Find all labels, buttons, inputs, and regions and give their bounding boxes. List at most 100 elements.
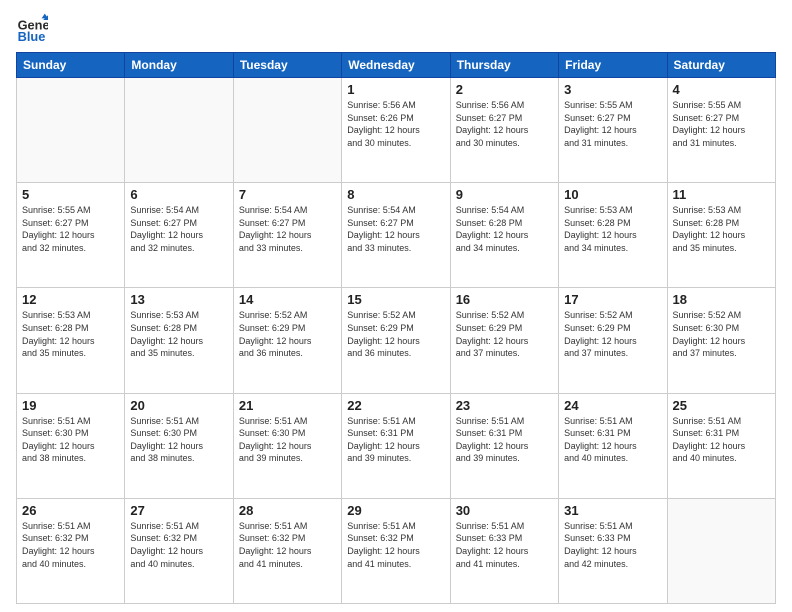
day-info: Sunrise: 5:51 AM Sunset: 6:32 PM Dayligh…: [347, 520, 444, 570]
weekday-header-saturday: Saturday: [667, 53, 775, 78]
calendar-cell: 27 Sunrise: 5:51 AM Sunset: 6:32 PM Dayli…: [125, 498, 233, 603]
day-number: 21: [239, 398, 336, 413]
day-info: Sunrise: 5:51 AM Sunset: 6:31 PM Dayligh…: [456, 415, 553, 465]
day-number: 4: [673, 82, 770, 97]
day-number: 26: [22, 503, 119, 518]
logo: General Blue: [16, 12, 50, 44]
day-number: 16: [456, 292, 553, 307]
day-info: Sunrise: 5:51 AM Sunset: 6:31 PM Dayligh…: [347, 415, 444, 465]
day-info: Sunrise: 5:52 AM Sunset: 6:29 PM Dayligh…: [564, 309, 661, 359]
day-info: Sunrise: 5:51 AM Sunset: 6:30 PM Dayligh…: [22, 415, 119, 465]
day-info: Sunrise: 5:52 AM Sunset: 6:29 PM Dayligh…: [456, 309, 553, 359]
day-number: 13: [130, 292, 227, 307]
day-info: Sunrise: 5:51 AM Sunset: 6:33 PM Dayligh…: [456, 520, 553, 570]
day-info: Sunrise: 5:55 AM Sunset: 6:27 PM Dayligh…: [22, 204, 119, 254]
calendar-cell: 15 Sunrise: 5:52 AM Sunset: 6:29 PM Dayli…: [342, 288, 450, 393]
calendar-cell: 5 Sunrise: 5:55 AM Sunset: 6:27 PM Daylig…: [17, 183, 125, 288]
svg-text:Blue: Blue: [18, 29, 46, 44]
page: General Blue SundayMondayTuesdayWednesda…: [0, 0, 792, 612]
week-row-1: 1Sunrise: 5:56 AM Sunset: 6:26 PM Daylig…: [17, 78, 776, 183]
day-info: Sunrise: 5:56 AM Sunset: 6:27 PM Dayligh…: [456, 99, 553, 149]
week-row-2: 5 Sunrise: 5:55 AM Sunset: 6:27 PM Daylig…: [17, 183, 776, 288]
day-info: Sunrise: 5:54 AM Sunset: 6:27 PM Dayligh…: [239, 204, 336, 254]
weekday-header-sunday: Sunday: [17, 53, 125, 78]
day-number: 17: [564, 292, 661, 307]
day-info: Sunrise: 5:51 AM Sunset: 6:32 PM Dayligh…: [130, 520, 227, 570]
day-number: 30: [456, 503, 553, 518]
calendar-cell: 21 Sunrise: 5:51 AM Sunset: 6:30 PM Dayli…: [233, 393, 341, 498]
calendar-cell: 10 Sunrise: 5:53 AM Sunset: 6:28 PM Dayli…: [559, 183, 667, 288]
day-number: 18: [673, 292, 770, 307]
calendar-cell: 7 Sunrise: 5:54 AM Sunset: 6:27 PM Daylig…: [233, 183, 341, 288]
day-info: Sunrise: 5:51 AM Sunset: 6:31 PM Dayligh…: [673, 415, 770, 465]
header: General Blue: [16, 12, 776, 44]
calendar-cell: 14 Sunrise: 5:52 AM Sunset: 6:29 PM Dayli…: [233, 288, 341, 393]
day-info: Sunrise: 5:51 AM Sunset: 6:33 PM Dayligh…: [564, 520, 661, 570]
day-info: Sunrise: 5:51 AM Sunset: 6:31 PM Dayligh…: [564, 415, 661, 465]
calendar-cell: 8 Sunrise: 5:54 AM Sunset: 6:27 PM Daylig…: [342, 183, 450, 288]
weekday-header-tuesday: Tuesday: [233, 53, 341, 78]
day-info: Sunrise: 5:52 AM Sunset: 6:30 PM Dayligh…: [673, 309, 770, 359]
day-number: 29: [347, 503, 444, 518]
day-number: 1: [347, 82, 444, 97]
day-info: Sunrise: 5:52 AM Sunset: 6:29 PM Dayligh…: [347, 309, 444, 359]
calendar-cell: 20 Sunrise: 5:51 AM Sunset: 6:30 PM Dayli…: [125, 393, 233, 498]
calendar-cell: 6Sunrise: 5:54 AM Sunset: 6:27 PM Daylig…: [125, 183, 233, 288]
calendar-cell: [125, 78, 233, 183]
week-row-3: 12 Sunrise: 5:53 AM Sunset: 6:28 PM Dayli…: [17, 288, 776, 393]
calendar-cell: 13 Sunrise: 5:53 AM Sunset: 6:28 PM Dayli…: [125, 288, 233, 393]
day-info: Sunrise: 5:54 AM Sunset: 6:27 PM Dayligh…: [347, 204, 444, 254]
calendar-cell: 30 Sunrise: 5:51 AM Sunset: 6:33 PM Dayli…: [450, 498, 558, 603]
day-number: 31: [564, 503, 661, 518]
day-info: Sunrise: 5:51 AM Sunset: 6:30 PM Dayligh…: [239, 415, 336, 465]
calendar-table: SundayMondayTuesdayWednesdayThursdayFrid…: [16, 52, 776, 604]
calendar-cell: 19 Sunrise: 5:51 AM Sunset: 6:30 PM Dayli…: [17, 393, 125, 498]
day-number: 12: [22, 292, 119, 307]
logo-icon: General Blue: [16, 12, 48, 44]
calendar-cell: 2Sunrise: 5:56 AM Sunset: 6:27 PM Daylig…: [450, 78, 558, 183]
calendar-cell: 18 Sunrise: 5:52 AM Sunset: 6:30 PM Dayli…: [667, 288, 775, 393]
day-number: 20: [130, 398, 227, 413]
day-number: 10: [564, 187, 661, 202]
day-number: 28: [239, 503, 336, 518]
calendar-cell: 22Sunrise: 5:51 AM Sunset: 6:31 PM Dayli…: [342, 393, 450, 498]
day-info: Sunrise: 5:55 AM Sunset: 6:27 PM Dayligh…: [673, 99, 770, 149]
weekday-header-monday: Monday: [125, 53, 233, 78]
day-info: Sunrise: 5:53 AM Sunset: 6:28 PM Dayligh…: [564, 204, 661, 254]
day-number: 7: [239, 187, 336, 202]
weekday-header-friday: Friday: [559, 53, 667, 78]
calendar-cell: 28Sunrise: 5:51 AM Sunset: 6:32 PM Dayli…: [233, 498, 341, 603]
calendar-cell: 12 Sunrise: 5:53 AM Sunset: 6:28 PM Dayli…: [17, 288, 125, 393]
day-number: 6: [130, 187, 227, 202]
calendar-cell: 11Sunrise: 5:53 AM Sunset: 6:28 PM Dayli…: [667, 183, 775, 288]
day-info: Sunrise: 5:53 AM Sunset: 6:28 PM Dayligh…: [130, 309, 227, 359]
weekday-header-thursday: Thursday: [450, 53, 558, 78]
day-info: Sunrise: 5:51 AM Sunset: 6:32 PM Dayligh…: [22, 520, 119, 570]
calendar-cell: [17, 78, 125, 183]
weekday-header-wednesday: Wednesday: [342, 53, 450, 78]
day-number: 14: [239, 292, 336, 307]
calendar-cell: 29 Sunrise: 5:51 AM Sunset: 6:32 PM Dayli…: [342, 498, 450, 603]
calendar-cell: 3Sunrise: 5:55 AM Sunset: 6:27 PM Daylig…: [559, 78, 667, 183]
calendar-cell: 26 Sunrise: 5:51 AM Sunset: 6:32 PM Dayli…: [17, 498, 125, 603]
day-number: 5: [22, 187, 119, 202]
calendar-cell: 31 Sunrise: 5:51 AM Sunset: 6:33 PM Dayli…: [559, 498, 667, 603]
calendar-cell: 4 Sunrise: 5:55 AM Sunset: 6:27 PM Daylig…: [667, 78, 775, 183]
weekday-header-row: SundayMondayTuesdayWednesdayThursdayFrid…: [17, 53, 776, 78]
day-number: 27: [130, 503, 227, 518]
week-row-5: 26 Sunrise: 5:51 AM Sunset: 6:32 PM Dayli…: [17, 498, 776, 603]
week-row-4: 19 Sunrise: 5:51 AM Sunset: 6:30 PM Dayli…: [17, 393, 776, 498]
day-info: Sunrise: 5:53 AM Sunset: 6:28 PM Dayligh…: [22, 309, 119, 359]
day-info: Sunrise: 5:51 AM Sunset: 6:30 PM Dayligh…: [130, 415, 227, 465]
calendar-cell: 16 Sunrise: 5:52 AM Sunset: 6:29 PM Dayli…: [450, 288, 558, 393]
day-number: 8: [347, 187, 444, 202]
day-info: Sunrise: 5:54 AM Sunset: 6:28 PM Dayligh…: [456, 204, 553, 254]
calendar-cell: 9Sunrise: 5:54 AM Sunset: 6:28 PM Daylig…: [450, 183, 558, 288]
day-number: 24: [564, 398, 661, 413]
day-info: Sunrise: 5:52 AM Sunset: 6:29 PM Dayligh…: [239, 309, 336, 359]
calendar-cell: [233, 78, 341, 183]
day-number: 11: [673, 187, 770, 202]
day-number: 19: [22, 398, 119, 413]
calendar-cell: 24 Sunrise: 5:51 AM Sunset: 6:31 PM Dayli…: [559, 393, 667, 498]
day-number: 15: [347, 292, 444, 307]
